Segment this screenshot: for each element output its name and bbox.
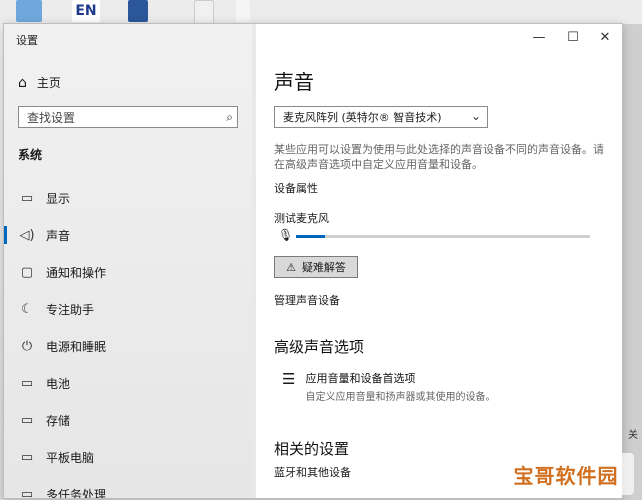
word-document-icon[interactable] [128,0,148,22]
sidebar-item-focus-assist[interactable]: ☾ 专注助手 [4,296,252,322]
maximize-button[interactable]: ☐ [556,28,590,48]
storage-icon: ▭ [20,412,34,428]
nav-home[interactable]: ⌂ 主页 [18,74,61,91]
sliders-icon: ☰ [282,370,296,388]
related-settings-title: 相关的设置 [274,440,350,458]
sidebar-item-label: 专注助手 [46,302,95,317]
main-panel: — ☐ ✕ 声音 麦克风阵列 (英特尔® 智音技术) ⌄ 某些应用可以设置为使用… [256,24,622,498]
tablet-icon: ▭ [20,449,34,465]
file-icon[interactable] [194,0,214,24]
sidebar-item-sound[interactable]: ◁) 声音 [4,222,252,248]
sidebar: 设置 ⌂ 主页 查找设置 ⌕ 系统 ▭ 显示 ◁) 声音 ▢ 通知和操作 ☾ 专… [4,24,252,498]
search-icon: ⌕ [226,110,233,124]
sidebar-item-notifications[interactable]: ▢ 通知和操作 [4,259,252,285]
moon-icon: ☾ [21,301,33,317]
home-label: 主页 [36,76,61,90]
mic-level-meter [296,235,590,238]
file-icon[interactable] [236,0,250,22]
sidebar-item-multitasking[interactable]: ▭ 多任务处理 [4,481,252,499]
input-device-value: 麦克风阵列 (英特尔® 智音技术) [283,111,442,124]
watermark: 宝哥软件园 [498,453,634,495]
speaker-icon: ◁) [19,227,35,243]
warning-icon: ⚠ [286,260,296,274]
sidebar-item-label: 通知和操作 [46,265,107,280]
sidebar-item-label: 平板电脑 [46,450,95,465]
multitask-icon: ▭ [20,486,34,499]
sidebar-item-tablet[interactable]: ▭ 平板电脑 [4,444,252,470]
device-properties-link[interactable]: 设备属性 [274,180,318,196]
home-icon: ⌂ [18,74,27,91]
test-mic-label: 测试麦克风 [274,212,329,225]
desktop-icon-strip: EN [0,0,642,24]
computer-icon[interactable] [16,0,42,22]
sidebar-item-label: 多任务处理 [46,487,107,499]
section-title: 系统 [18,148,43,162]
sidebar-item-label: 电池 [46,376,71,391]
bluetooth-devices-link[interactable]: 蓝牙和其他设备 [274,464,351,480]
sidebar-item-label: 存储 [46,413,71,428]
sidebar-item-label: 声音 [46,228,71,243]
sidebar-item-storage[interactable]: ▭ 存储 [4,407,252,433]
notification-icon: ▢ [20,264,34,280]
window-title: 设置 [16,34,38,47]
sidebar-item-label: 电源和睡眠 [46,339,107,354]
manage-sound-devices-link[interactable]: 管理声音设备 [274,292,340,308]
desktop-side-text: 关 [628,430,638,441]
sidebar-item-display[interactable]: ▭ 显示 [4,185,252,211]
chevron-down-icon: ⌄ [470,109,481,123]
search-placeholder: 查找设置 [27,110,76,125]
power-icon: ⏻ [21,338,33,354]
active-indicator [4,226,7,244]
sidebar-item-battery[interactable]: ▭ 电池 [4,370,252,396]
battery-icon: ▭ [20,375,34,391]
minimize-button[interactable]: — [522,28,556,48]
app-volume-preferences[interactable]: ☰ 应用音量和设备首选项 自定义应用音量和扬声器或其使用的设备。 [282,370,495,403]
troubleshoot-button[interactable]: ⚠ 疑难解答 [274,256,358,278]
mic-level-fill [296,235,326,238]
page-title: 声音 [274,70,314,94]
en-language-icon[interactable]: EN [72,0,100,22]
device-description: 某些应用可以设置为使用与此处选择的声音设备不同的声音设备。请在高级声音选项中自定… [274,143,604,171]
input-device-select[interactable]: 麦克风阵列 (英特尔® 智音技术) ⌄ [274,106,488,128]
troubleshoot-label: 疑难解答 [301,261,346,274]
close-button[interactable]: ✕ [588,28,622,48]
monitor-icon: ▭ [20,190,34,206]
sidebar-item-label: 显示 [46,191,71,206]
advanced-section-title: 高级声音选项 [274,338,365,356]
app-volume-desc: 自定义应用音量和扬声器或其使用的设备。 [305,392,496,403]
microphone-icon: 🎙 [278,228,294,242]
search-input[interactable]: 查找设置 ⌕ [18,106,238,128]
app-volume-title: 应用音量和设备首选项 [305,372,416,385]
sidebar-item-power[interactable]: ⏻ 电源和睡眠 [4,333,252,359]
settings-window: 设置 ⌂ 主页 查找设置 ⌕ 系统 ▭ 显示 ◁) 声音 ▢ 通知和操作 ☾ 专… [4,24,622,498]
